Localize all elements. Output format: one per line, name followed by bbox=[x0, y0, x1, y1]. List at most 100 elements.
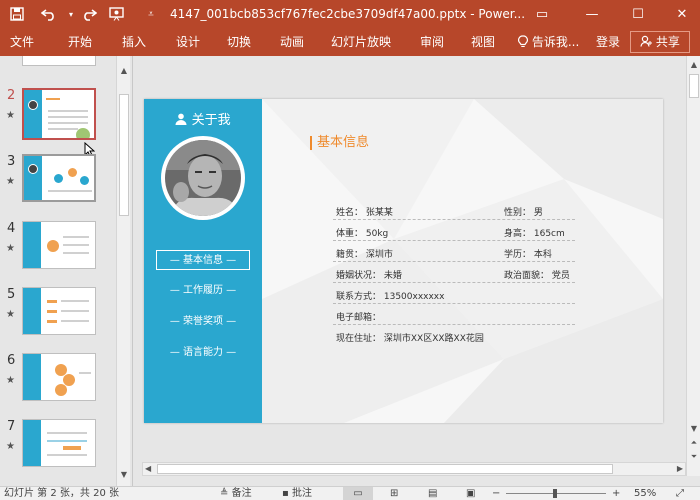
slide-position: 幻灯片 第 2 张，共 20 张 bbox=[4, 488, 119, 499]
scroll-down-icon[interactable]: ▼ bbox=[687, 424, 700, 433]
ribbon-tabs: 文件 开始 插入 设计 切换 动画 幻灯片放映 审阅 视图 告诉我... 登录 … bbox=[0, 28, 700, 56]
redo-icon[interactable] bbox=[78, 0, 100, 28]
undo-icon[interactable] bbox=[38, 0, 60, 28]
zoom-in-icon[interactable]: + bbox=[612, 487, 620, 500]
customize-toolbar-icon[interactable]: ⩡ bbox=[140, 0, 162, 28]
section-title: 基本信息 bbox=[310, 136, 369, 150]
info-origin: 籍贯： 深圳市 bbox=[336, 250, 393, 260]
divider bbox=[333, 261, 575, 262]
lightbulb-icon bbox=[518, 35, 532, 49]
info-marital: 婚姻状况： 未婚 bbox=[336, 271, 402, 281]
menu-honors[interactable]: — 荣誉奖项 — bbox=[156, 312, 250, 332]
slide-number: 7 bbox=[7, 419, 16, 434]
scrollbar-thumb[interactable] bbox=[157, 464, 613, 474]
scroll-right-icon[interactable]: ▶ bbox=[677, 463, 683, 475]
share-person-icon bbox=[640, 35, 656, 49]
horizontal-scrollbar[interactable]: ◀ ▶ bbox=[142, 462, 686, 476]
tab-home[interactable]: 开始 bbox=[68, 28, 92, 56]
info-contact: 联系方式： 13500xxxxxx bbox=[336, 292, 445, 302]
about-me-label: 关于我 bbox=[191, 113, 231, 128]
slide-entry-5[interactable]: 5 ★ bbox=[0, 287, 115, 347]
slide-number: 4 bbox=[7, 221, 16, 236]
slide-thumbnail-1-partial[interactable] bbox=[22, 56, 96, 66]
slide-entry-2[interactable]: 2 ★ bbox=[0, 88, 115, 148]
tab-review[interactable]: 审阅 bbox=[420, 28, 444, 56]
tell-me-label: 告诉我... bbox=[531, 35, 580, 49]
login-link[interactable]: 登录 bbox=[596, 28, 620, 56]
tab-insert[interactable]: 插入 bbox=[122, 28, 146, 56]
share-button[interactable]: 共享 bbox=[630, 31, 690, 53]
vertical-scrollbar[interactable]: ▲ ▼ ⏶ ⏷ bbox=[686, 56, 700, 476]
save-icon[interactable] bbox=[6, 0, 28, 28]
scroll-up-icon[interactable]: ▲ bbox=[687, 60, 700, 69]
tab-animations[interactable]: 动画 bbox=[280, 28, 304, 56]
present-from-start-icon[interactable] bbox=[106, 0, 128, 28]
slide-thumbnail[interactable] bbox=[22, 353, 96, 401]
zoom-slider-handle[interactable] bbox=[553, 489, 557, 498]
info-name: 姓名： 张某某 bbox=[336, 208, 393, 218]
menu-languages[interactable]: — 语言能力 — bbox=[156, 343, 250, 363]
title-bar: ▾ ⩡ 4147_001bcb853cf767fec2cbe3709df47a0… bbox=[0, 0, 700, 28]
tab-slideshow[interactable]: 幻灯片放映 bbox=[331, 28, 391, 56]
scroll-up-icon[interactable]: ▲ bbox=[117, 64, 131, 78]
close-button[interactable]: ✕ bbox=[664, 0, 700, 28]
animation-star-icon: ★ bbox=[6, 375, 15, 386]
slide-thumbnail-pane: 2 ★ 3 ★ 4 ★ 5 ★ 6 ★ 7 ★ ▲ ▼ bbox=[0, 56, 133, 486]
reading-view-icon[interactable]: ▤ bbox=[428, 487, 437, 500]
zoom-out-icon[interactable]: − bbox=[492, 487, 500, 500]
scrollbar-thumb[interactable] bbox=[689, 74, 699, 98]
share-label: 共享 bbox=[655, 35, 680, 49]
slide-thumbnail[interactable] bbox=[22, 88, 96, 140]
slide-thumbnail[interactable] bbox=[22, 287, 96, 335]
normal-view-icon[interactable]: ▭ bbox=[343, 487, 373, 500]
divider bbox=[333, 240, 575, 241]
current-slide[interactable]: 关于我 — 基本信息 — — 工作履历 — — 荣誉奖项 — — 语言能力 — … bbox=[144, 99, 663, 423]
tab-transitions[interactable]: 切换 bbox=[227, 28, 251, 56]
slide-entry-3[interactable]: 3 ★ bbox=[0, 154, 115, 214]
comments-icon: ▪ bbox=[282, 488, 289, 499]
scrollbar-thumb[interactable] bbox=[119, 94, 129, 216]
next-slide-icon[interactable]: ⏷ bbox=[687, 452, 700, 462]
minimize-button[interactable]: — bbox=[574, 0, 610, 28]
slide-thumbnail[interactable] bbox=[22, 154, 96, 202]
notes-button[interactable]: ≜ 备注 bbox=[220, 487, 252, 500]
menu-basic-info[interactable]: — 基本信息 — bbox=[156, 250, 250, 270]
zoom-level[interactable]: 55% bbox=[634, 487, 656, 500]
slide-entry-7[interactable]: 7 ★ bbox=[0, 419, 115, 479]
slide-number: 5 bbox=[7, 287, 16, 302]
tab-design[interactable]: 设计 bbox=[176, 28, 200, 56]
info-height: 身高： 165cm bbox=[504, 229, 565, 239]
profile-sidebar: 关于我 — 基本信息 — — 工作履历 — — 荣誉奖项 — — 语言能力 — bbox=[144, 99, 262, 423]
scroll-left-icon[interactable]: ◀ bbox=[145, 463, 151, 475]
tab-file[interactable]: 文件 bbox=[10, 28, 34, 56]
previous-slide-icon[interactable]: ⏶ bbox=[687, 438, 700, 448]
thumbnail-scrollbar[interactable]: ▲ ▼ bbox=[116, 56, 130, 486]
notes-icon: ≜ bbox=[220, 488, 229, 499]
divider bbox=[333, 324, 575, 325]
slideshow-view-icon[interactable]: ▣ bbox=[466, 487, 475, 500]
comments-button[interactable]: ▪ 批注 bbox=[282, 487, 312, 500]
slide-entry-4[interactable]: 4 ★ bbox=[0, 221, 115, 281]
ribbon-display-options-icon[interactable]: ▭ bbox=[524, 0, 560, 28]
status-bar: 幻灯片 第 2 张，共 20 张 ≜ 备注 ▪ 批注 ▭ ⊞ ▤ ▣ − + 5… bbox=[0, 486, 700, 500]
slide-thumbnail[interactable] bbox=[22, 419, 96, 467]
animation-star-icon: ★ bbox=[6, 110, 15, 121]
slide-entry-6[interactable]: 6 ★ bbox=[0, 353, 115, 413]
tell-me-search[interactable]: 告诉我... bbox=[518, 28, 579, 56]
comments-label: 批注 bbox=[291, 488, 312, 499]
info-email: 电子邮箱： bbox=[336, 313, 382, 323]
animation-star-icon: ★ bbox=[6, 441, 15, 452]
maximize-button[interactable]: ☐ bbox=[620, 0, 656, 28]
fit-to-window-icon[interactable]: ⤢ bbox=[676, 487, 684, 500]
tab-view[interactable]: 视图 bbox=[471, 28, 495, 56]
info-address: 现在住址： 深圳市XX区XX路XX花园 bbox=[336, 334, 484, 344]
notes-label: 备注 bbox=[231, 488, 252, 499]
menu-work-history[interactable]: — 工作履历 — bbox=[156, 281, 250, 301]
slide-editor: 关于我 — 基本信息 — — 工作履历 — — 荣誉奖项 — — 语言能力 — … bbox=[134, 56, 700, 480]
window-title: 4147_001bcb853cf767fec2cbe3709df47a00.pp… bbox=[170, 7, 526, 21]
info-gender: 性别： 男 bbox=[504, 208, 543, 218]
divider bbox=[333, 219, 575, 220]
slide-thumbnail[interactable] bbox=[22, 221, 96, 269]
slide-sorter-icon[interactable]: ⊞ bbox=[390, 487, 398, 500]
scroll-down-icon[interactable]: ▼ bbox=[117, 468, 131, 482]
